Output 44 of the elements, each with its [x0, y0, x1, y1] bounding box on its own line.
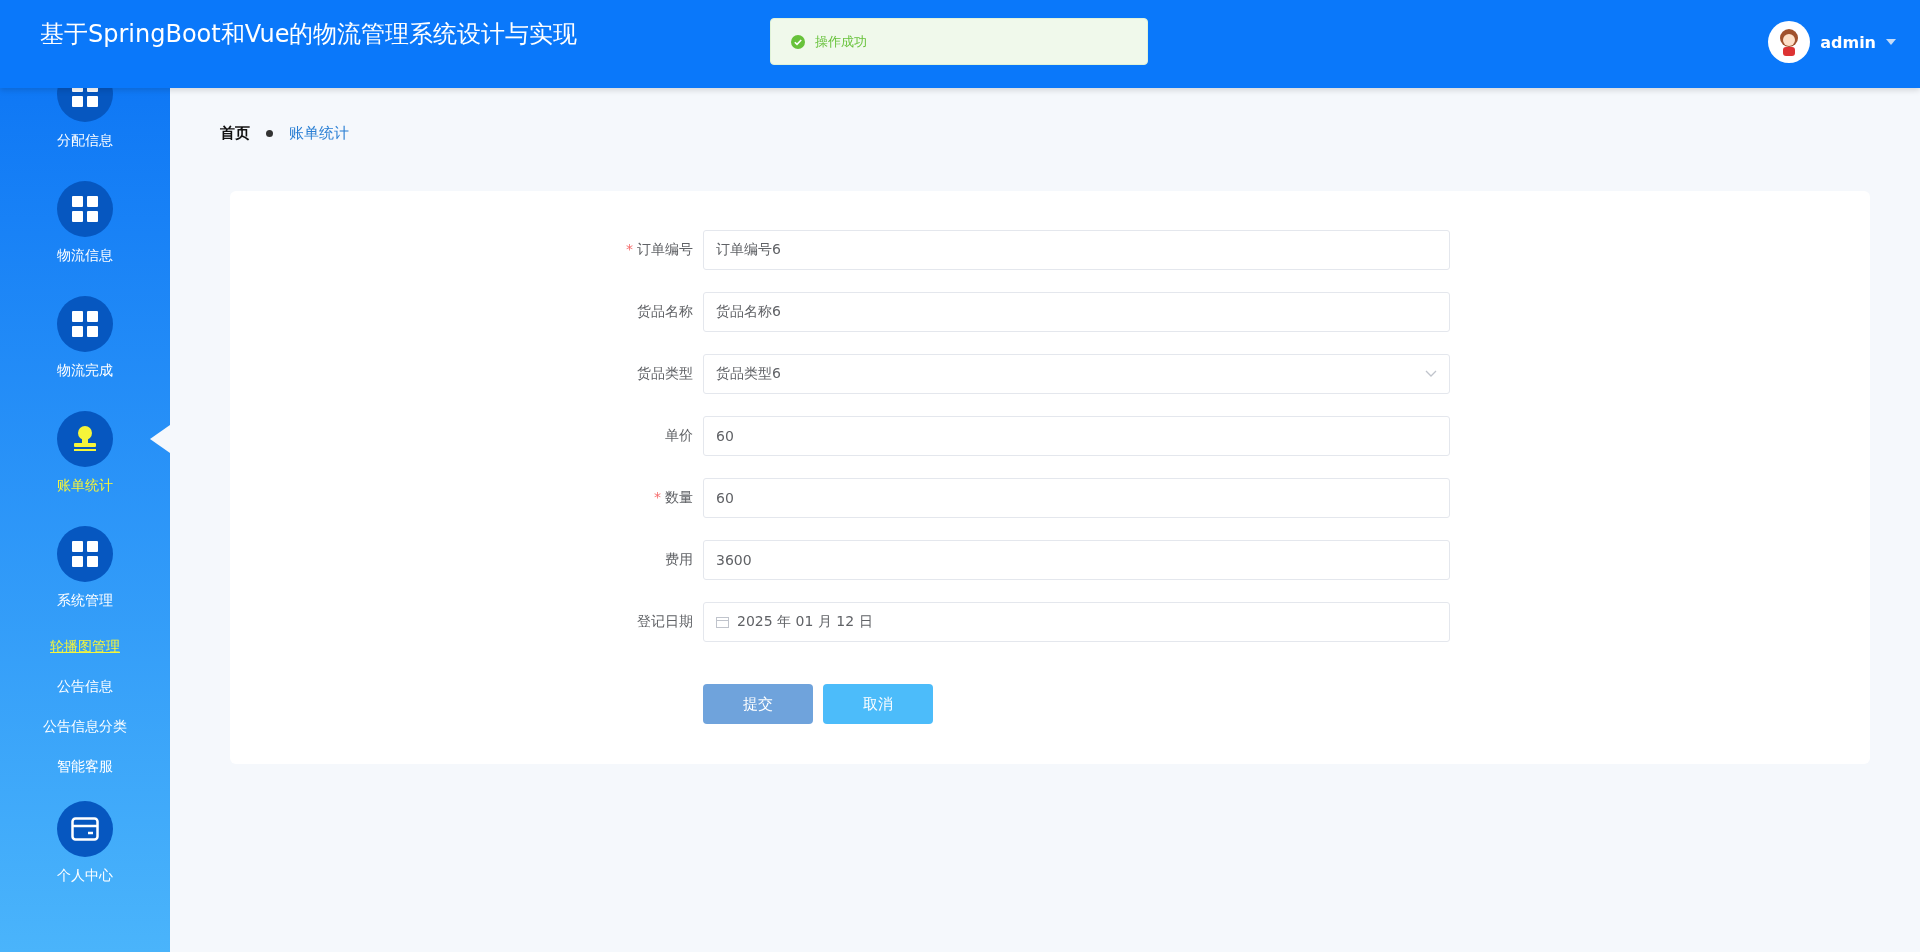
- calendar-icon: [716, 616, 729, 628]
- username[interactable]: admin: [1820, 32, 1876, 52]
- field-label: 登记日期: [637, 613, 693, 629]
- select-field[interactable]: 货品类型6: [703, 354, 1450, 394]
- input-field[interactable]: 3600: [703, 540, 1450, 580]
- cancel-button[interactable]: 取消: [823, 684, 933, 724]
- input-field[interactable]: 订单编号6: [703, 230, 1450, 270]
- field-label: 费用: [665, 551, 693, 567]
- grid-icon: [72, 541, 98, 567]
- grid-icon: [72, 196, 98, 222]
- sidebar-item[interactable]: 个人中心: [0, 787, 170, 902]
- required-mark: *: [626, 241, 633, 257]
- input-field[interactable]: 货品名称6: [703, 292, 1450, 332]
- field-label: 订单编号: [637, 241, 693, 257]
- submit-button[interactable]: 提交: [703, 684, 813, 724]
- field-label: 货品类型: [637, 365, 693, 381]
- chevron-down-icon: [1425, 370, 1437, 378]
- submenu-item[interactable]: 公告信息分类: [43, 707, 127, 747]
- caret-down-icon[interactable]: [1886, 39, 1896, 45]
- submenu-item[interactable]: 公告信息: [57, 667, 113, 707]
- grid-icon: [72, 88, 98, 107]
- field-label: 单价: [665, 427, 693, 443]
- breadcrumb-separator: [266, 130, 273, 137]
- sidebar-item[interactable]: 分配信息: [0, 88, 170, 167]
- breadcrumb-item[interactable]: 账单统计: [289, 124, 349, 143]
- submenu-item[interactable]: 轮播图管理: [50, 627, 120, 667]
- card-icon: [71, 817, 99, 841]
- stamp-icon: [71, 425, 99, 453]
- breadcrumb-item[interactable]: 首页: [220, 124, 250, 143]
- field-label: 数量: [665, 489, 693, 505]
- input-field[interactable]: 60: [703, 478, 1450, 518]
- submenu-item[interactable]: 智能客服: [57, 747, 113, 787]
- field-label: 货品名称: [637, 303, 693, 319]
- toast-message: 操作成功: [815, 32, 867, 51]
- sidebar-item[interactable]: 物流信息: [0, 167, 170, 282]
- sidebar-item[interactable]: 物流完成: [0, 282, 170, 397]
- sidebar-item[interactable]: 系统管理: [0, 512, 170, 627]
- app-title: 基于SpringBoot和Vue的物流管理系统设计与实现: [40, 19, 578, 50]
- grid-icon: [72, 311, 98, 337]
- required-mark: *: [654, 489, 661, 505]
- user-avatar[interactable]: [1768, 21, 1811, 63]
- input-field[interactable]: 60: [703, 416, 1450, 456]
- date-field[interactable]: 2025 年 01 月 12 日: [703, 602, 1450, 642]
- check-circle-icon: [791, 34, 805, 49]
